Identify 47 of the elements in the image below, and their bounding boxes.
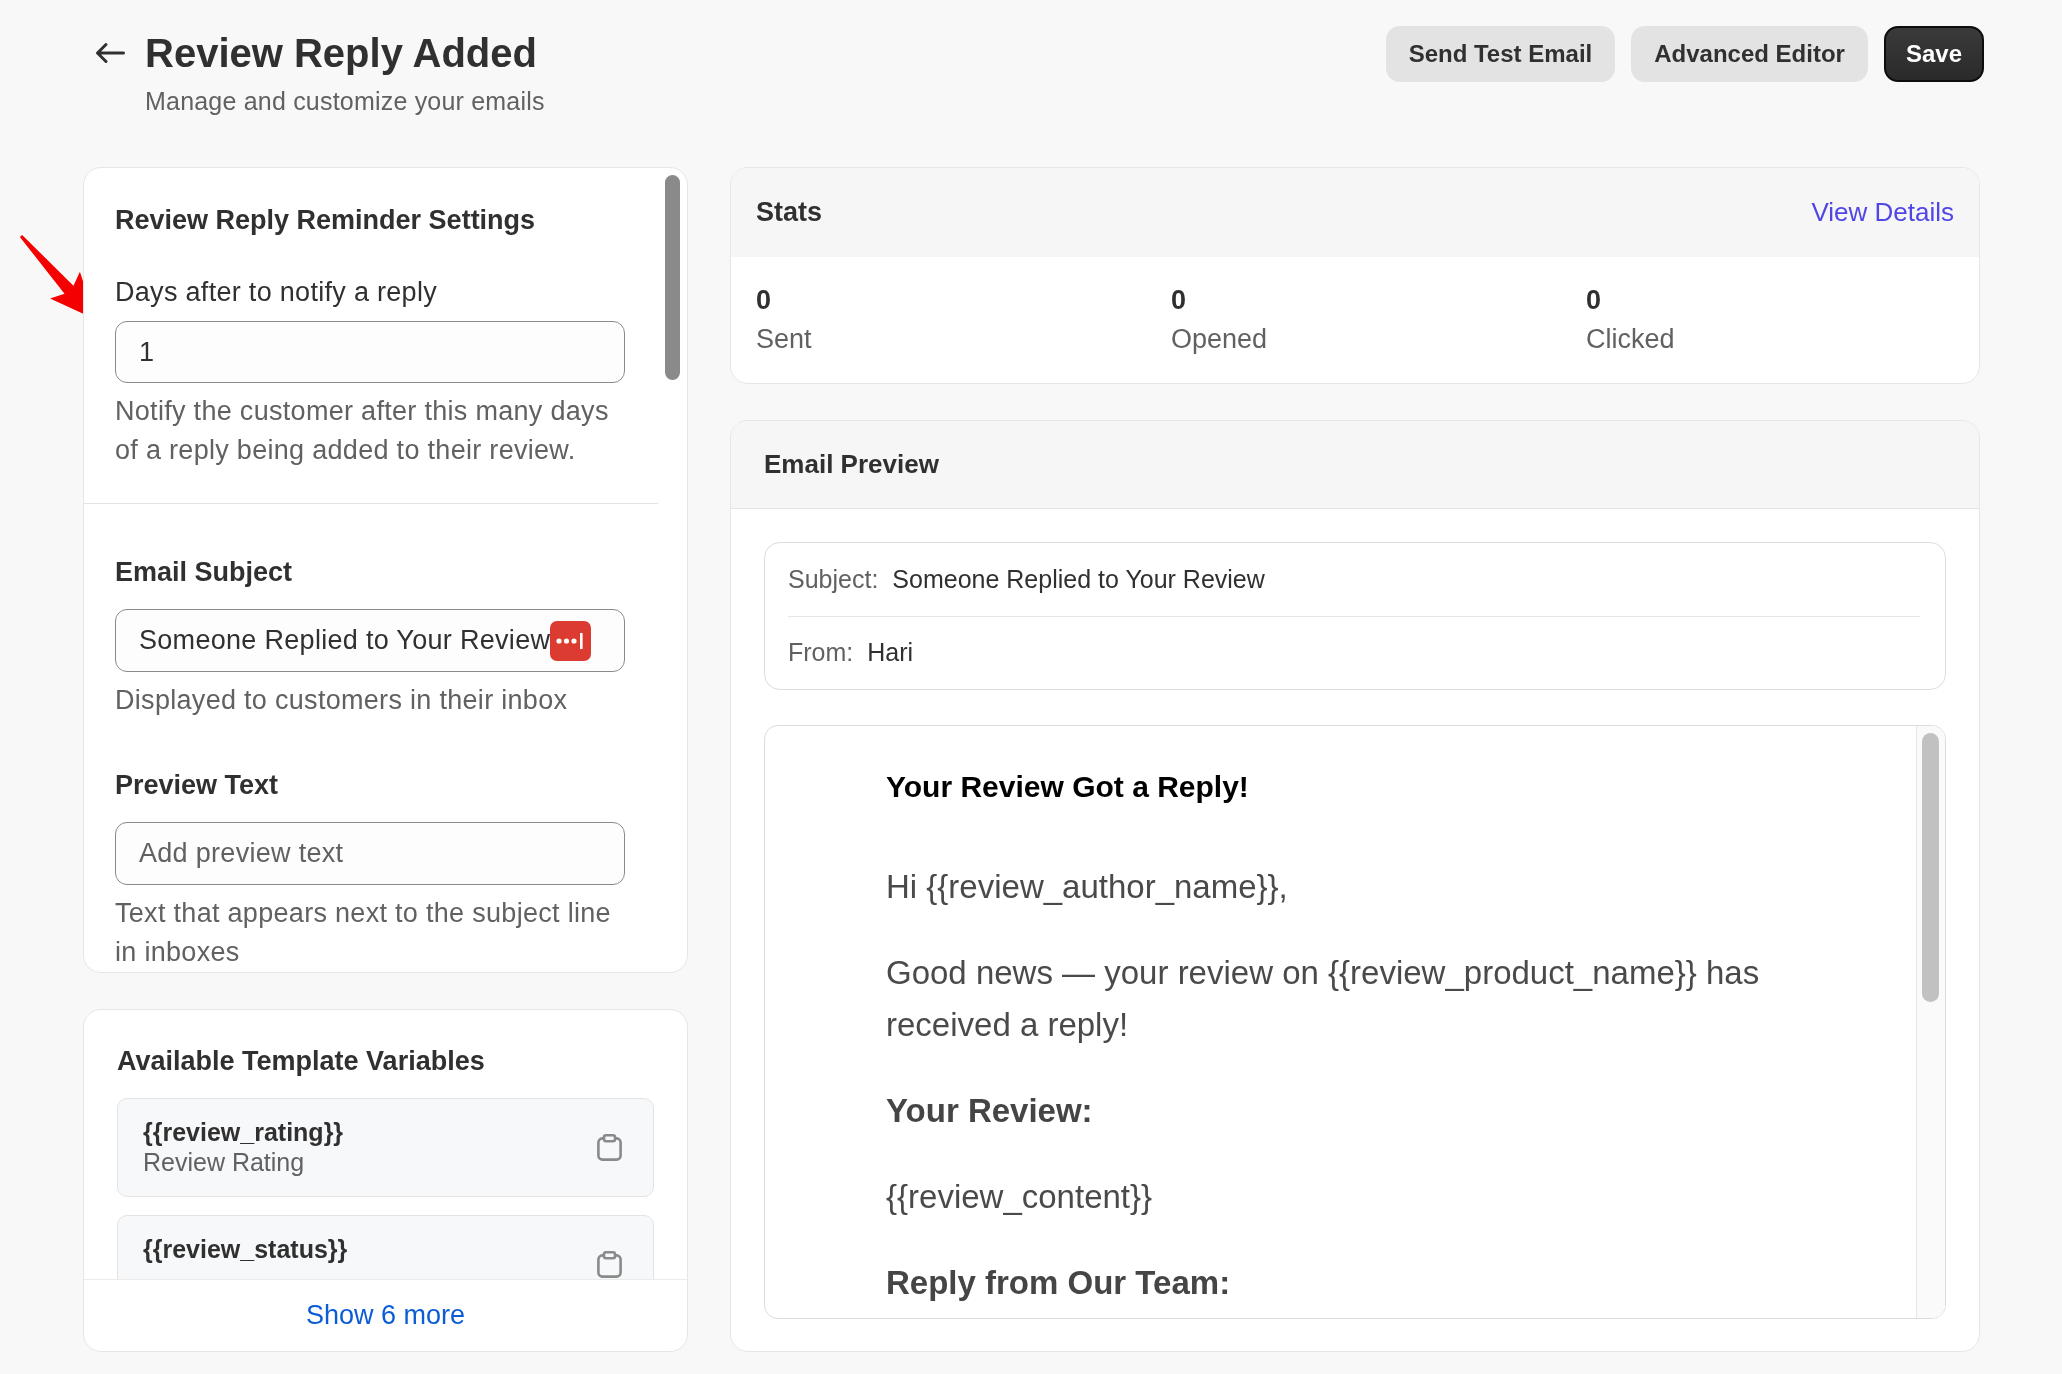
view-details-link[interactable]: View Details	[1811, 197, 1954, 228]
field-label: Days after to notify a reply	[115, 276, 439, 309]
from-value: Hari	[867, 638, 914, 668]
email-subheading: Your Review:	[886, 1091, 1094, 1131]
stat-label: Clicked	[1586, 323, 1676, 355]
variable-item[interactable]: {{review_rating}} Review Rating	[117, 1098, 654, 1197]
card-title: Email Preview	[764, 449, 939, 480]
stat-label: Sent	[756, 323, 813, 355]
section-title: Review Reply Reminder Settings	[115, 204, 537, 237]
variable-name: {{review_status}}	[143, 1234, 348, 1264]
page-subtitle: Manage and customize your emails	[145, 86, 545, 116]
back-arrow-icon[interactable]	[95, 42, 125, 64]
email-heading: Your Review Got a Reply!	[886, 769, 1250, 805]
section-title: Email Subject	[115, 556, 294, 589]
stat-value: 0	[1171, 284, 1188, 316]
preview-text-input[interactable]: Add preview text	[115, 822, 625, 885]
section-title: Available Template Variables	[117, 1045, 486, 1078]
help-text: Text that appears next to the subject line in inboxes	[115, 897, 612, 969]
card-title: Stats	[756, 197, 823, 228]
stat-value: 0	[1586, 284, 1603, 316]
days-input[interactable]: 1	[115, 321, 625, 383]
show-more-link[interactable]: Show 6 more	[305, 1300, 466, 1331]
dots-icon[interactable]	[550, 620, 592, 661]
help-text: Displayed to customers in their inbox	[115, 684, 569, 717]
email-paragraph: {{review_content}}	[886, 1177, 1154, 1217]
clipboard-icon[interactable]	[597, 1134, 622, 1161]
section-title: Preview Text	[115, 769, 280, 802]
email-paragraph: Hi {{review_author_name}},	[886, 867, 1289, 907]
subject-input[interactable]: Someone Replied to Your Review	[115, 609, 625, 672]
variable-name: {{review_rating}}	[143, 1117, 344, 1147]
clipboard-icon[interactable]	[597, 1251, 622, 1278]
email-subheading: Reply from Our Team:	[886, 1263, 1232, 1303]
scrollbar-thumb[interactable]	[665, 175, 680, 380]
stat-label: Opened	[1171, 323, 1269, 355]
subject-label: Subject:	[788, 564, 879, 594]
page-title: Review Reply Added	[145, 30, 538, 77]
advanced-editor-button[interactable]: Advanced Editor	[1631, 26, 1868, 82]
save-button[interactable]: Save	[1883, 26, 1984, 82]
from-label: From:	[788, 638, 854, 668]
help-text: Notify the customer after this many days of a reply being added to their review.	[115, 395, 610, 467]
scrollbar-thumb[interactable]	[1922, 733, 1939, 1002]
email-paragraph: Good news — your review on {{review_product_name}} has received a reply!	[886, 953, 1761, 1045]
variable-label: Review Rating	[143, 1147, 306, 1177]
variable-item[interactable]: {{review_status}}	[117, 1215, 654, 1279]
stat-value: 0	[756, 284, 773, 316]
send-test-email-button[interactable]: Send Test Email	[1385, 26, 1616, 82]
subject-value: Someone Replied to Your Review	[892, 564, 1265, 594]
